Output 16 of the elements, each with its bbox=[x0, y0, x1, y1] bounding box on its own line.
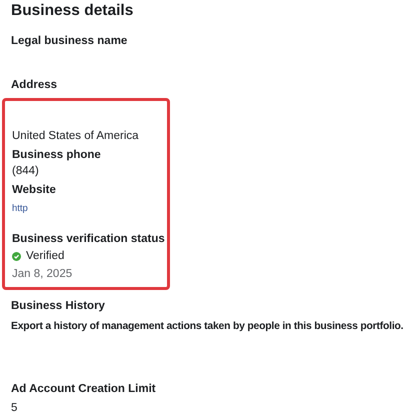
field-label: Legal business name bbox=[11, 34, 128, 48]
section-title: Business details bbox=[11, 2, 134, 20]
field-label: Website bbox=[12, 183, 57, 197]
history-description: Export a history of management actions taken by people in this business portfolio. bbox=[11, 320, 404, 334]
phone-value: (844) bbox=[12, 164, 40, 178]
address-line: United States of America bbox=[12, 129, 140, 143]
field-label: Business phone bbox=[12, 148, 102, 162]
website-link[interactable]: http bbox=[12, 203, 28, 214]
status-text: Verified bbox=[26, 249, 64, 263]
field-label: Business verification status bbox=[12, 232, 166, 246]
status-date: Jan 8, 2025 bbox=[12, 267, 74, 281]
field-label: Ad Account Creation Limit bbox=[11, 382, 157, 396]
limit-value: 5 bbox=[11, 401, 18, 414]
field-label: Business History bbox=[11, 299, 106, 313]
field-label: Address bbox=[11, 78, 58, 92]
check-icon bbox=[12, 252, 21, 260]
